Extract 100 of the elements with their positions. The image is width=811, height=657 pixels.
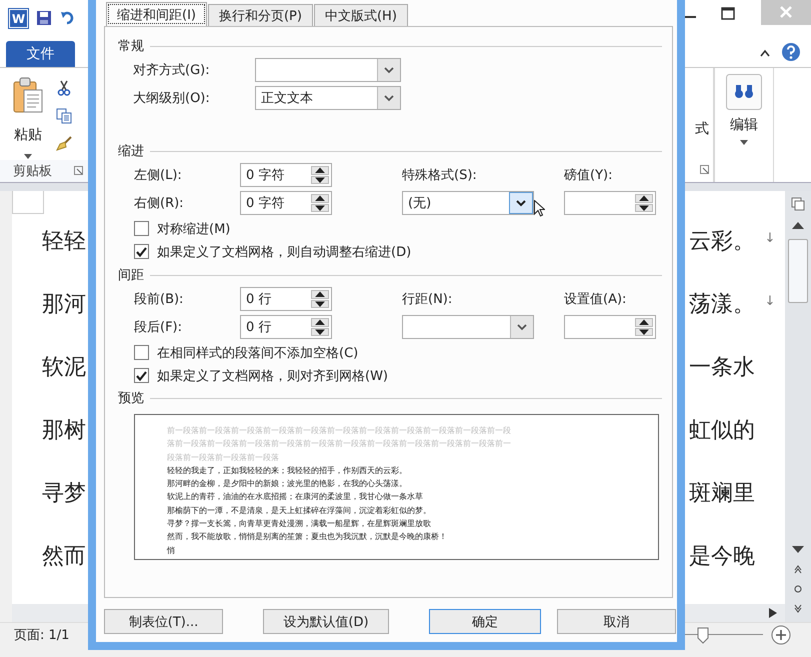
document-text: 是今晚	[689, 542, 755, 571]
space-before-spinner[interactable]: 0 行	[240, 287, 332, 311]
scroll-up-icon[interactable]	[792, 220, 804, 229]
scissors-icon[interactable]	[56, 80, 72, 96]
caret-icon	[384, 94, 394, 102]
spin-up-icon[interactable]	[635, 318, 653, 326]
save-icon[interactable]	[36, 10, 52, 26]
preview-text: 寻梦？撑一支长篙，向青草更青处漫溯，满载一船星辉，在星辉斑斓里放歌	[167, 518, 432, 530]
pages-icon[interactable]	[791, 196, 805, 211]
paste-button[interactable]: 粘贴	[12, 76, 44, 160]
field-label: 行距(N):	[402, 291, 454, 308]
document-text: 斑斓里	[689, 480, 755, 508]
undo-icon[interactable]	[60, 10, 76, 26]
checkbox[interactable]	[134, 244, 149, 259]
preview-text: 那榆荫下的一潭，不是清泉，是天上虹揉碎在浮藻间，沉淀着彩虹似的梦。	[167, 504, 432, 517]
document-text: 轻轻	[42, 228, 86, 256]
check-icon	[136, 370, 147, 380]
binoculars-icon	[726, 74, 762, 110]
dialog-launcher-icon[interactable]	[700, 164, 709, 174]
indent-by-spinner[interactable]	[564, 191, 656, 215]
document-text: 云彩。	[689, 228, 755, 256]
checkbox-label: 如果定义了文档网格，则对齐到网格(W)	[157, 368, 388, 384]
zoom-in-icon[interactable]	[771, 624, 791, 645]
spin-up-icon[interactable]	[311, 318, 329, 326]
caret-icon	[740, 140, 748, 146]
document-text: 一条水	[689, 354, 755, 382]
spin-up-icon[interactable]	[635, 194, 653, 202]
app-icon[interactable]: W	[9, 9, 28, 28]
checkbox-label: 如果定义了文档网格，则自动调整右缩进(D)	[157, 244, 412, 260]
section-heading: 间距	[118, 267, 144, 284]
edit-button[interactable]: 编辑	[715, 68, 773, 146]
outline-level-dropdown[interactable]: 正文文本	[255, 86, 401, 110]
field-label: 设置值(A):	[564, 291, 626, 308]
field-label: 特殊格式(S):	[402, 167, 478, 184]
field-label: 大纲级别(O):	[133, 90, 211, 107]
dialog-launcher-icon[interactable]	[74, 166, 83, 176]
dialog-button[interactable]: 取消	[557, 609, 676, 634]
document-text: 然而	[42, 542, 86, 571]
spin-down-icon[interactable]	[635, 204, 653, 212]
file-tab[interactable]: 文件	[6, 41, 75, 68]
brush-icon[interactable]	[56, 136, 72, 152]
document-text: 虹似的	[689, 416, 755, 445]
spin-up-icon[interactable]	[311, 166, 329, 174]
preview-text: 轻轻的我走了，正如我轻轻的来；我轻轻的招手，作别西天的云彩。	[167, 464, 408, 477]
group-label: 剪贴板	[13, 162, 52, 180]
spacing-value-spinner[interactable]	[564, 315, 656, 339]
dialog-tab[interactable]: 中文版式(H)	[314, 4, 408, 26]
spin-down-icon[interactable]	[311, 328, 329, 336]
checkbox[interactable]	[134, 221, 149, 236]
section-heading: 缩进	[118, 143, 144, 160]
spin-down-icon[interactable]	[311, 204, 329, 212]
caret-icon	[517, 324, 527, 330]
left-indent-spinner[interactable]: 0 字符	[240, 163, 332, 187]
dialog-button[interactable]: 制表位(T)...	[104, 609, 223, 634]
check-icon	[136, 246, 147, 256]
dialog-tab[interactable]: 换行和分页(P)	[208, 4, 313, 26]
page-count[interactable]: 页面: 1/1	[14, 626, 70, 644]
section-heading: 常规	[118, 38, 144, 55]
checkbox-label: 在相同样式的段落间不添加空格(C)	[157, 344, 358, 362]
caret-icon	[516, 200, 526, 206]
collapse-ribbon-icon[interactable]	[759, 48, 771, 58]
vertical-scrollbar[interactable]	[785, 190, 811, 622]
copy-icon[interactable]	[56, 108, 72, 124]
dialog-button[interactable]: 确定	[429, 609, 541, 634]
browse-object-icon[interactable]	[793, 564, 803, 614]
field-label: 段后(F):	[134, 319, 184, 336]
field-label: 段前(B):	[134, 291, 184, 308]
checkbox-label: 对称缩进(M)	[157, 220, 230, 238]
spin-down-icon[interactable]	[311, 176, 329, 184]
preview-text: 那河畔的金柳，是夕阳中的新娘；波光里的艳影，在我的心头荡漾。	[167, 478, 408, 490]
section-heading: 预览	[118, 390, 144, 407]
zoom-slider-thumb[interactable]	[697, 626, 709, 644]
space-after-spinner[interactable]: 0 行	[240, 315, 332, 339]
scroll-right-icon[interactable]	[769, 608, 777, 618]
preview-text: 软泥上的青荇，油油的在水底招摇；在康河的柔波里，我甘心做一条水草	[167, 491, 424, 504]
paragraph-mark: ↓	[764, 292, 776, 309]
dialog-tab[interactable]: 缩进和间距(I)	[106, 2, 207, 26]
paragraph-mark: ↓	[764, 230, 776, 246]
spin-up-icon[interactable]	[311, 194, 329, 202]
dialog-button[interactable]: 设为默认值(D)	[263, 609, 389, 634]
scroll-down-icon[interactable]	[792, 546, 804, 554]
field-label: 左侧(L):	[134, 167, 183, 184]
spin-down-icon[interactable]	[311, 300, 329, 308]
document-text: 那树	[42, 416, 86, 445]
checkbox[interactable]	[134, 345, 149, 360]
document-text: 那河	[42, 290, 86, 319]
preview-text: 悄	[167, 544, 176, 557]
spin-down-icon[interactable]	[635, 328, 653, 336]
right-indent-spinner[interactable]: 0 字符	[240, 191, 332, 215]
document-text: 软泥	[42, 354, 86, 382]
document-text: 荡漾。	[689, 290, 755, 319]
spin-up-icon[interactable]	[311, 290, 329, 298]
field-label: 对齐方式(G):	[133, 62, 211, 79]
field-label: 右侧(R):	[134, 195, 185, 212]
help-icon[interactable]	[781, 42, 801, 62]
checkbox[interactable]	[134, 368, 149, 383]
caret-icon	[384, 66, 394, 74]
cursor-icon	[534, 200, 545, 217]
scroll-thumb[interactable]	[788, 238, 808, 303]
styles-label[interactable]: 式	[695, 120, 709, 138]
